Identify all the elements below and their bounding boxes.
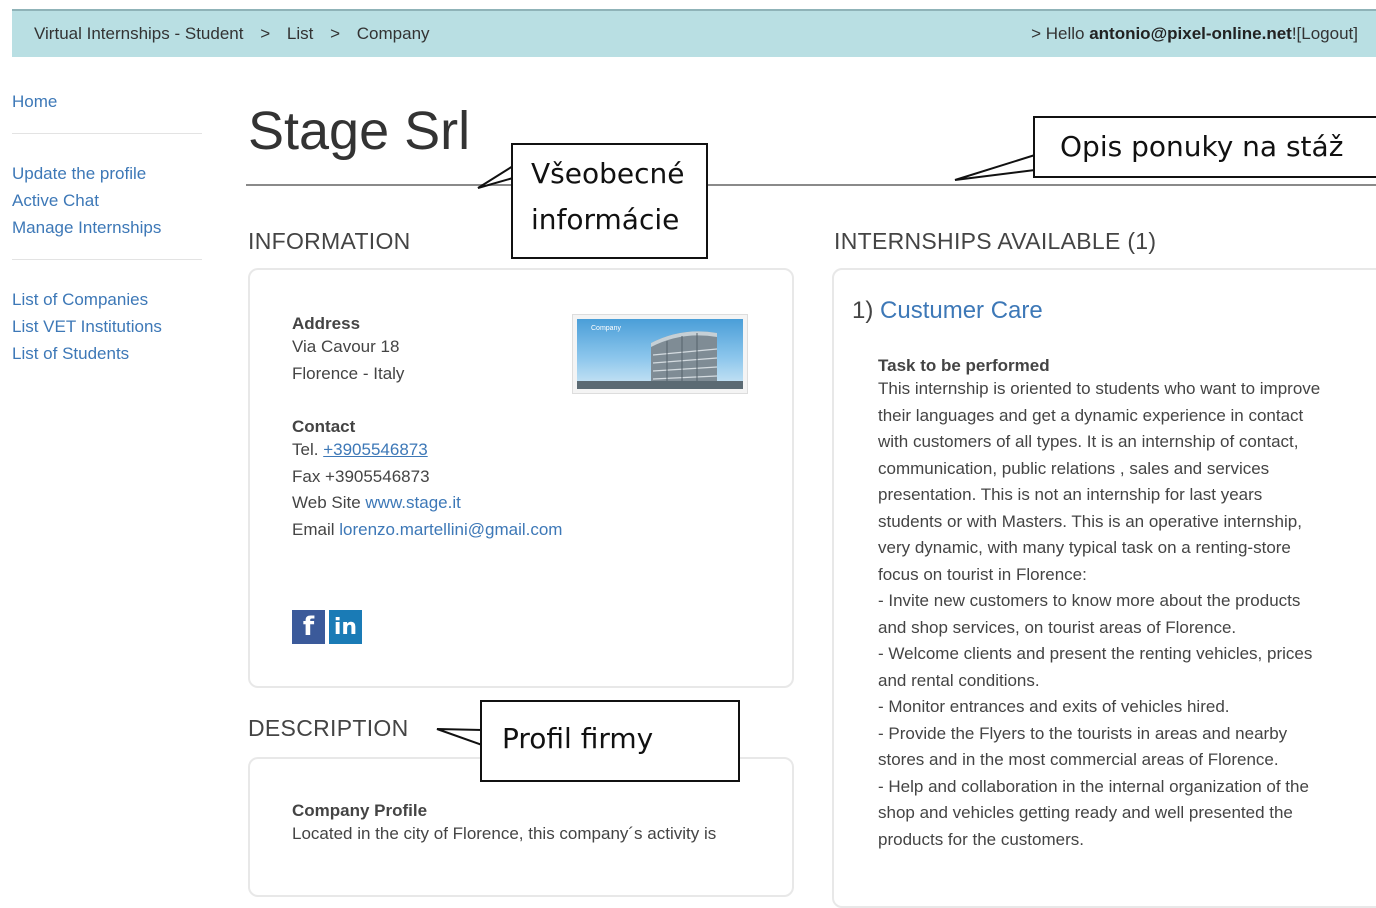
email-prefix: Email: [292, 519, 335, 539]
task-line: with customers of all types. It is an in…: [878, 432, 1299, 451]
task-line: and rental conditions.: [878, 670, 1040, 690]
company-profile-label: Company Profile: [292, 801, 428, 820]
task-line: very dynamic, with many typical task on …: [878, 538, 1291, 557]
address-line2: Florence - Italy: [292, 363, 405, 383]
fax-row: Fax +3905546873: [292, 466, 430, 486]
task-description: This internship is oriented to students …: [878, 376, 1376, 853]
sidebar-divider: [12, 259, 202, 260]
sidebar-item-update-profile[interactable]: Update the profile: [12, 160, 207, 187]
company-logo-image: Company: [572, 314, 748, 394]
greeting-prefix: > Hello: [1031, 24, 1085, 43]
email-link[interactable]: lorenzo.martellini@gmail.com: [339, 520, 562, 539]
task-line: - Monitor entrances and exits of vehicle…: [878, 697, 1230, 716]
user-email: antonio@pixel-online.net: [1089, 24, 1292, 43]
sidebar-item-manage-internships[interactable]: Manage Internships: [12, 214, 207, 241]
task-line: focus on tourist in Florence:: [878, 564, 1087, 584]
task-line: communication, public relations , sales …: [878, 458, 1270, 478]
breadcrumb-separator: >: [330, 24, 341, 43]
contact-label: Contact: [292, 417, 356, 436]
task-line: presentation. This is not an internship …: [878, 485, 1263, 504]
sidebar-item-home[interactable]: Home: [12, 88, 207, 115]
website-row: Web Site www.stage.it: [292, 490, 562, 517]
company-profile-text: Located in the city of Florence, this co…: [292, 824, 717, 843]
sidebar: Home Update the profile Active Chat Mana…: [12, 88, 207, 367]
description-heading: DESCRIPTION: [248, 715, 409, 741]
task-line: - Provide the Flyers to the tourists in …: [878, 723, 1288, 743]
task-line: and shop services, on tourist areas of F…: [878, 617, 1237, 637]
linkedin-icon[interactable]: in: [329, 610, 362, 644]
user-greeting: > Hello antonio@pixel-online.net![Logout…: [1031, 24, 1358, 44]
breadcrumb-current: Company: [356, 24, 430, 43]
breadcrumb-list[interactable]: List: [287, 24, 313, 43]
tel-row: Tel. +3905546873: [292, 437, 562, 464]
logout-link[interactable]: ![Logout]: [1292, 24, 1358, 43]
tel-link[interactable]: +3905546873: [323, 440, 427, 459]
website-prefix: Web Site: [292, 493, 361, 512]
information-panel: Address Via Cavour 18 Florence - Italy C…: [248, 268, 794, 688]
task-line: shop and vehicles getting ready and well…: [878, 803, 1293, 822]
task-line: This internship is oriented to students …: [878, 379, 1321, 398]
callout-general-info-line1: Všeobecné: [531, 157, 685, 190]
building-illustration: [577, 331, 743, 389]
breadcrumb-home[interactable]: Virtual Internships - Student: [34, 24, 243, 43]
task-line: - Help and collaboration in the internal…: [878, 776, 1309, 796]
callout-general-info-line2: informácie: [531, 203, 680, 236]
address-label: Address: [292, 314, 361, 333]
facebook-icon[interactable]: f: [292, 610, 325, 644]
sidebar-item-list-vet-institutions[interactable]: List VET Institutions: [12, 313, 207, 340]
task-label: Task to be performed: [878, 356, 1050, 375]
task-line: products for the customers.: [878, 829, 1084, 849]
page-title: Stage Srl: [248, 101, 471, 161]
information-heading: INFORMATION: [248, 228, 411, 254]
callout-offer-description: Opis ponuky na stáž: [1033, 116, 1376, 178]
task-line: their languages and get a dynamic experi…: [878, 405, 1304, 425]
internships-panel: 1) Custumer Care Task to be performed Th…: [832, 268, 1376, 908]
callout-general-info: Všeobecné informácie: [511, 143, 708, 259]
sidebar-item-active-chat[interactable]: Active Chat: [12, 187, 207, 214]
task-line: stores and in the most commercial areas …: [878, 750, 1279, 769]
address-line1: Via Cavour 18: [292, 337, 400, 356]
tel-prefix: Tel.: [292, 440, 319, 459]
callout-company-profile: Profil firmy: [480, 700, 740, 782]
website-link[interactable]: www.stage.it: [365, 493, 460, 512]
sidebar-item-list-companies[interactable]: List of Companies: [12, 286, 207, 313]
internship-title-link[interactable]: Custumer Care: [880, 297, 1043, 324]
email-row: Email lorenzo.martellini@gmail.com: [292, 517, 562, 544]
internship-number: 1): [852, 297, 874, 324]
internship-item-header: 1) Custumer Care: [852, 297, 1043, 325]
sidebar-item-list-students[interactable]: List of Students: [12, 340, 207, 367]
social-links: f in: [292, 610, 362, 644]
sidebar-divider: [12, 133, 202, 134]
breadcrumb-separator: >: [260, 24, 271, 43]
breadcrumb: Virtual Internships - Student > List > C…: [34, 24, 430, 44]
task-line: students or with Masters. This is an ope…: [878, 511, 1302, 531]
task-line: - Invite new customers to know more abou…: [878, 591, 1301, 610]
internships-heading: INTERNSHIPS AVAILABLE (1): [834, 228, 1157, 254]
title-divider: [246, 184, 1376, 186]
task-line: - Welcome clients and present the rentin…: [878, 644, 1313, 663]
top-bar: Virtual Internships - Student > List > C…: [12, 9, 1376, 57]
